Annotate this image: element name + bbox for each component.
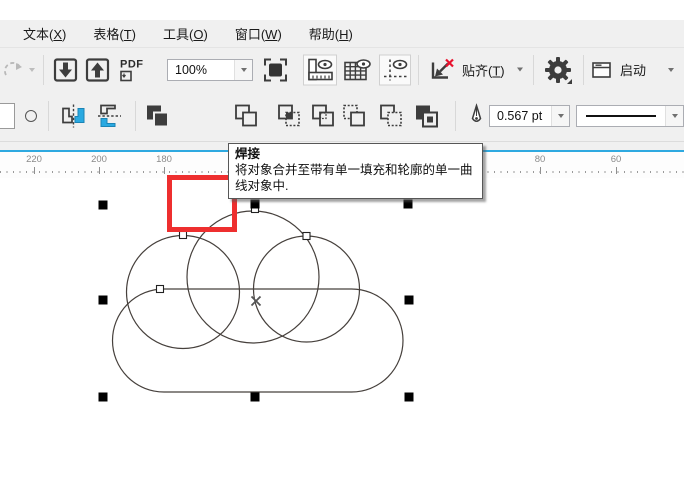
weld-tooltip: 焊接 将对象合并至带有单一填充和轮廓的单一曲 线对象中. — [228, 143, 483, 199]
handle-middle-right[interactable] — [404, 295, 414, 305]
object-nodes — [155, 204, 311, 294]
handle-bottom-left[interactable] — [98, 392, 108, 402]
handle-bottom-center[interactable] — [250, 392, 260, 402]
app-window: { "menu": { "items": [ {"label_pre": "文本… — [0, 0, 684, 498]
handle-bottom-right[interactable] — [404, 392, 414, 402]
node-right-circle[interactable] — [302, 231, 311, 241]
node-left-circle[interactable] — [178, 230, 188, 240]
middle-circle[interactable] — [186, 210, 320, 344]
handle-top-left[interactable] — [98, 200, 108, 210]
handle-top-center[interactable] — [250, 199, 260, 209]
pill-shape[interactable] — [111, 288, 404, 393]
node-pill[interactable] — [155, 284, 165, 294]
handle-middle-left[interactable] — [98, 295, 108, 305]
handle-top-right[interactable] — [403, 199, 413, 209]
tooltip-body-line1: 将对象合并至带有单一填充和轮廓的单一曲 — [235, 163, 473, 177]
tooltip-body-line2: 线对象中. — [235, 179, 289, 193]
left-circle[interactable] — [125, 234, 241, 350]
cloud-shape-selection[interactable] — [0, 0, 684, 498]
tooltip-title: 焊接 — [235, 147, 261, 161]
